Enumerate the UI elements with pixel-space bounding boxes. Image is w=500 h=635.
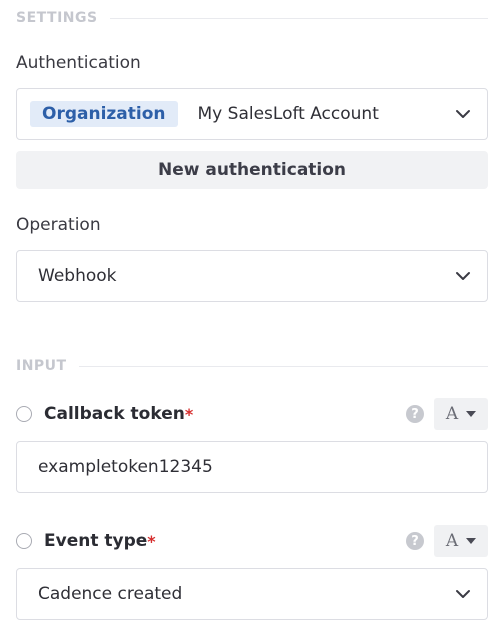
input-section-label: INPUT	[16, 358, 67, 374]
event-type-radio[interactable]	[16, 533, 32, 549]
text-type-icon: A	[445, 404, 459, 424]
authentication-label: Authentication	[16, 53, 141, 73]
text-type-icon: A	[445, 531, 459, 551]
divider	[78, 365, 488, 367]
callback-token-label: Callback token	[44, 404, 185, 424]
caret-down-icon	[466, 411, 477, 417]
event-type-row: Event type * ? A	[16, 525, 488, 557]
required-mark: *	[184, 404, 194, 424]
organization-tag: Organization	[30, 101, 178, 127]
operation-value: Webhook	[38, 266, 117, 286]
settings-section-label: SETTINGS	[16, 10, 98, 26]
event-type-value: Cadence created	[38, 584, 183, 604]
operation-select[interactable]: Webhook	[16, 250, 488, 302]
settings-section-header: SETTINGS	[16, 8, 488, 28]
field-type-dropdown[interactable]: A	[434, 525, 488, 557]
divider	[109, 17, 488, 19]
chevron-down-icon	[456, 110, 470, 118]
help-icon[interactable]: ?	[406, 405, 424, 423]
callback-token-radio[interactable]	[16, 406, 32, 422]
help-icon[interactable]: ?	[406, 532, 424, 550]
required-mark: *	[147, 531, 156, 551]
callback-token-value: exampletoken12345	[38, 457, 213, 477]
callback-token-input[interactable]: exampletoken12345	[16, 441, 488, 493]
input-section-header: INPUT	[16, 356, 488, 376]
caret-down-icon	[466, 538, 477, 544]
operation-label: Operation	[16, 215, 101, 235]
callback-token-row: Callback token * ? A	[16, 398, 488, 430]
field-type-dropdown[interactable]: A	[434, 398, 488, 430]
event-type-select[interactable]: Cadence created	[16, 568, 488, 620]
new-authentication-button[interactable]: New authentication	[16, 151, 488, 189]
authentication-value: My SalesLoft Account	[197, 104, 379, 124]
chevron-down-icon	[456, 590, 470, 598]
chevron-down-icon	[456, 272, 470, 280]
event-type-label: Event type	[44, 531, 148, 551]
authentication-select[interactable]: Organization My SalesLoft Account	[16, 88, 488, 140]
